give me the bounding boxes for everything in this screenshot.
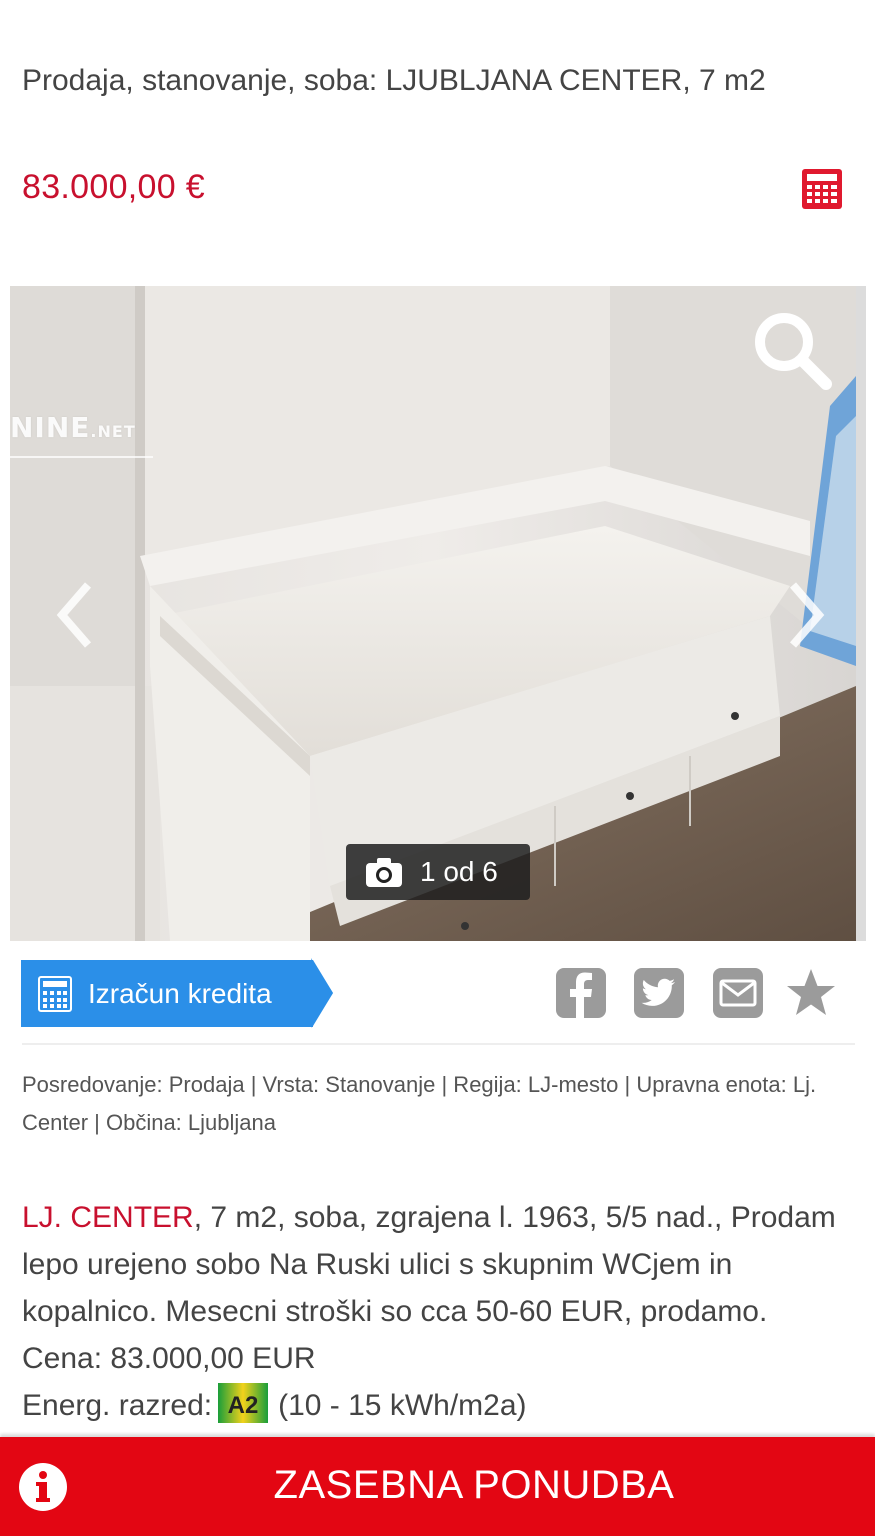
listing-title: Prodaja, stanovanje, soba: LJUBLJANA CEN…	[22, 64, 766, 97]
email-icon[interactable]	[712, 967, 764, 1019]
photo-counter: 1 od 6	[346, 844, 530, 900]
listing-price: 83.000,00 €	[22, 168, 205, 206]
calculator-icon[interactable]	[800, 167, 844, 211]
private-offer-bar[interactable]: ZASEBNA PONUDBA	[0, 1437, 875, 1536]
description-location: LJ. CENTER	[22, 1201, 194, 1234]
chevron-right-icon[interactable]	[785, 581, 825, 649]
room-image	[10, 286, 856, 941]
chevron-left-icon[interactable]	[56, 581, 96, 649]
listing-meta: Posredovanje: Prodaja | Vrsta: Stanovanj…	[22, 1072, 817, 1135]
private-offer-label: ZASEBNA PONUDBA	[273, 1463, 675, 1507]
photo-edge	[856, 286, 866, 941]
energy-class-badge: A2	[218, 1383, 269, 1424]
listing-description: LJ. CENTER, 7 m2, soba, zgrajena l. 1963…	[22, 1194, 842, 1429]
star-icon[interactable]	[784, 967, 838, 1019]
loan-calculator-label: Izračun kredita	[88, 977, 272, 1009]
watermark: NINE.NET	[10, 411, 153, 458]
loan-calculator-button[interactable]: Izračun kredita	[21, 960, 333, 1027]
energy-label: Energ. razred:	[22, 1389, 213, 1422]
listing-photo[interactable]: NINE.NET 1 od 6	[10, 286, 856, 941]
energy-range: (10 - 15 kWh/m2a)	[278, 1389, 527, 1422]
camera-icon	[366, 858, 402, 887]
facebook-icon[interactable]	[555, 967, 607, 1019]
divider	[22, 1043, 855, 1045]
photo-counter-text: 1 od 6	[420, 856, 498, 887]
twitter-icon[interactable]	[633, 967, 685, 1019]
calculator-icon	[38, 975, 72, 1012]
zoom-icon[interactable]	[750, 308, 834, 392]
svg-text:A2: A2	[228, 1392, 259, 1419]
